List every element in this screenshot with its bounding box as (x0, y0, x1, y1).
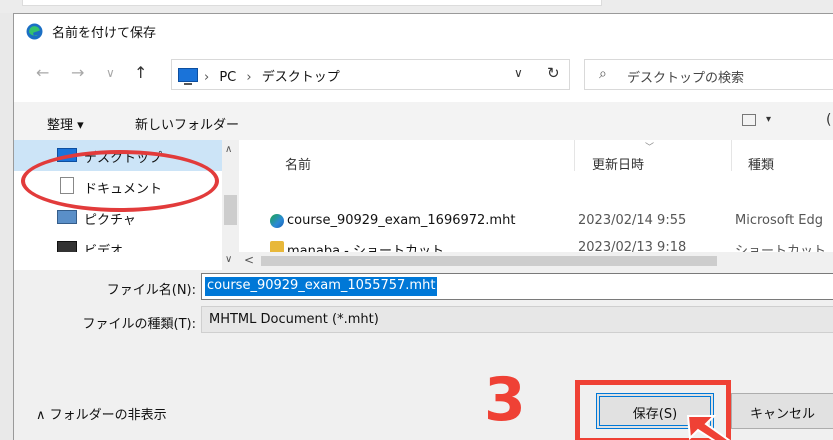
hide-folders-toggle[interactable]: ∧ フォルダーの非表示 (36, 404, 167, 423)
title-bar: 名前を付けて保存 (14, 14, 833, 48)
edge-file-icon (270, 214, 284, 228)
shortcut-icon (270, 241, 284, 252)
dialog-footer: ∧ フォルダーの非表示 3 保存(S) キャンセル (14, 370, 833, 440)
back-icon[interactable]: ← (36, 63, 49, 82)
column-header-name[interactable]: 名前 (285, 154, 311, 173)
file-name: course_90929_exam_1696972.mht (287, 213, 516, 228)
sidebar-item-label: ビデオ (84, 244, 124, 252)
horizontal-scrollbar[interactable]: < (239, 252, 833, 270)
command-toolbar: 整理 ▾ 新しいフォルダー ▾ ( (14, 102, 833, 140)
file-row[interactable]: course_90929_exam_1696972.mht 2023/02/14… (239, 209, 833, 233)
cancel-button[interactable]: キャンセル (731, 393, 833, 429)
pictures-icon (57, 210, 77, 224)
browser-pane: デスクトップ ドキュメント ピクチャ ビデオ ∧ ∨ 名前 ﹀ 更新日時 種類 … (14, 140, 833, 270)
scroll-left-icon[interactable]: < (244, 253, 254, 267)
sidebar-item-pictures[interactable]: ピクチャ (14, 202, 222, 233)
scroll-down-icon[interactable]: ∨ (225, 254, 232, 265)
file-list: 名前 ﹀ 更新日時 種類 course_90929_exam_1696972.m… (239, 140, 833, 270)
scroll-thumb[interactable] (261, 256, 717, 266)
address-dropdown-icon[interactable]: ∨ (514, 66, 523, 80)
breadcrumb: › PC › デスクトップ (204, 66, 346, 85)
file-row[interactable]: manaba - ショートカット 2023/02/13 9:18 ショートカット (239, 236, 833, 252)
filetype-select[interactable]: MHTML Document (*.mht) (201, 306, 833, 333)
computer-icon (178, 68, 198, 85)
filename-value: course_90929_exam_1055757.mht (205, 277, 438, 296)
recent-locations-icon[interactable]: ∨ (106, 66, 115, 80)
step-number-annotation: 3 (484, 365, 526, 435)
background-bar (22, 0, 602, 6)
document-icon (60, 177, 74, 194)
address-bar[interactable]: › PC › デスクトップ ∨ ↻ (171, 59, 570, 90)
refresh-icon[interactable]: ↻ (547, 64, 560, 82)
sidebar-item-videos[interactable]: ビデオ (14, 233, 222, 252)
sidebar-scrollbar[interactable]: ∧ ∨ (222, 140, 239, 270)
help-icon[interactable]: ( (826, 112, 831, 128)
column-header-type[interactable]: 種類 (748, 154, 774, 173)
background-strip (0, 0, 833, 13)
view-options-icon[interactable] (742, 114, 756, 126)
new-folder-button[interactable]: 新しいフォルダー (135, 114, 239, 133)
forward-icon[interactable]: → (71, 63, 84, 82)
breadcrumb-pc[interactable]: PC (219, 70, 236, 85)
cancel-button-label: キャンセル (749, 407, 815, 422)
file-date: 2023/02/13 9:18 (578, 240, 687, 252)
sidebar-item-desktop[interactable]: デスクトップ (14, 140, 222, 171)
navigation-bar: ← → ∨ ↑ › PC › デスクトップ ∨ ↻ ⌕ デスクトップの検索 (14, 48, 833, 102)
navigation-pane: デスクトップ ドキュメント ピクチャ ビデオ (14, 140, 222, 270)
view-dropdown-icon[interactable]: ▾ (766, 114, 771, 125)
column-divider (731, 140, 732, 171)
breadcrumb-separator: › (246, 70, 252, 85)
scroll-thumb[interactable] (224, 195, 237, 225)
save-button[interactable]: 保存(S) (596, 393, 714, 429)
save-form: ファイル名(N): course_90929_exam_1055757.mht … (14, 270, 833, 370)
filename-input[interactable]: course_90929_exam_1055757.mht (201, 273, 833, 300)
search-placeholder: デスクトップの検索 (627, 71, 745, 86)
search-icon: ⌕ (599, 66, 607, 82)
search-box[interactable]: ⌕ デスクトップの検索 (584, 59, 833, 90)
up-folder-icon[interactable]: ↑ (134, 63, 147, 82)
file-type: ショートカット (735, 244, 827, 252)
column-divider (574, 140, 575, 171)
save-as-dialog: 名前を付けて保存 ← → ∨ ↑ › PC › デスクトップ ∨ ↻ ⌕ デスク… (13, 13, 833, 440)
sidebar-item-label: デスクトップ (84, 151, 163, 166)
sidebar-item-label: ドキュメント (84, 182, 163, 197)
filename-label: ファイル名(N): (106, 283, 196, 298)
file-name: manaba - ショートカット (287, 244, 445, 252)
sort-indicator-icon: ﹀ (645, 143, 655, 153)
file-date: 2023/02/14 9:55 (578, 213, 687, 228)
file-type: Microsoft Edg (735, 213, 824, 228)
breadcrumb-desktop[interactable]: デスクトップ (262, 70, 340, 85)
breadcrumb-separator: › (204, 70, 210, 85)
save-button-label: 保存(S) (632, 407, 678, 422)
videos-icon (57, 241, 77, 252)
sidebar-item-documents[interactable]: ドキュメント (14, 171, 222, 202)
desktop-icon (57, 148, 77, 162)
filetype-label: ファイルの種類(T): (82, 317, 196, 332)
column-header-date[interactable]: 更新日時 (592, 154, 644, 173)
sidebar-item-label: ピクチャ (84, 213, 136, 228)
filetype-value: MHTML Document (*.mht) (209, 312, 379, 327)
window-title: 名前を付けて保存 (52, 26, 157, 41)
organize-button[interactable]: 整理 ▾ (47, 114, 84, 133)
edge-app-icon (26, 23, 43, 40)
scroll-up-icon[interactable]: ∧ (225, 144, 232, 155)
